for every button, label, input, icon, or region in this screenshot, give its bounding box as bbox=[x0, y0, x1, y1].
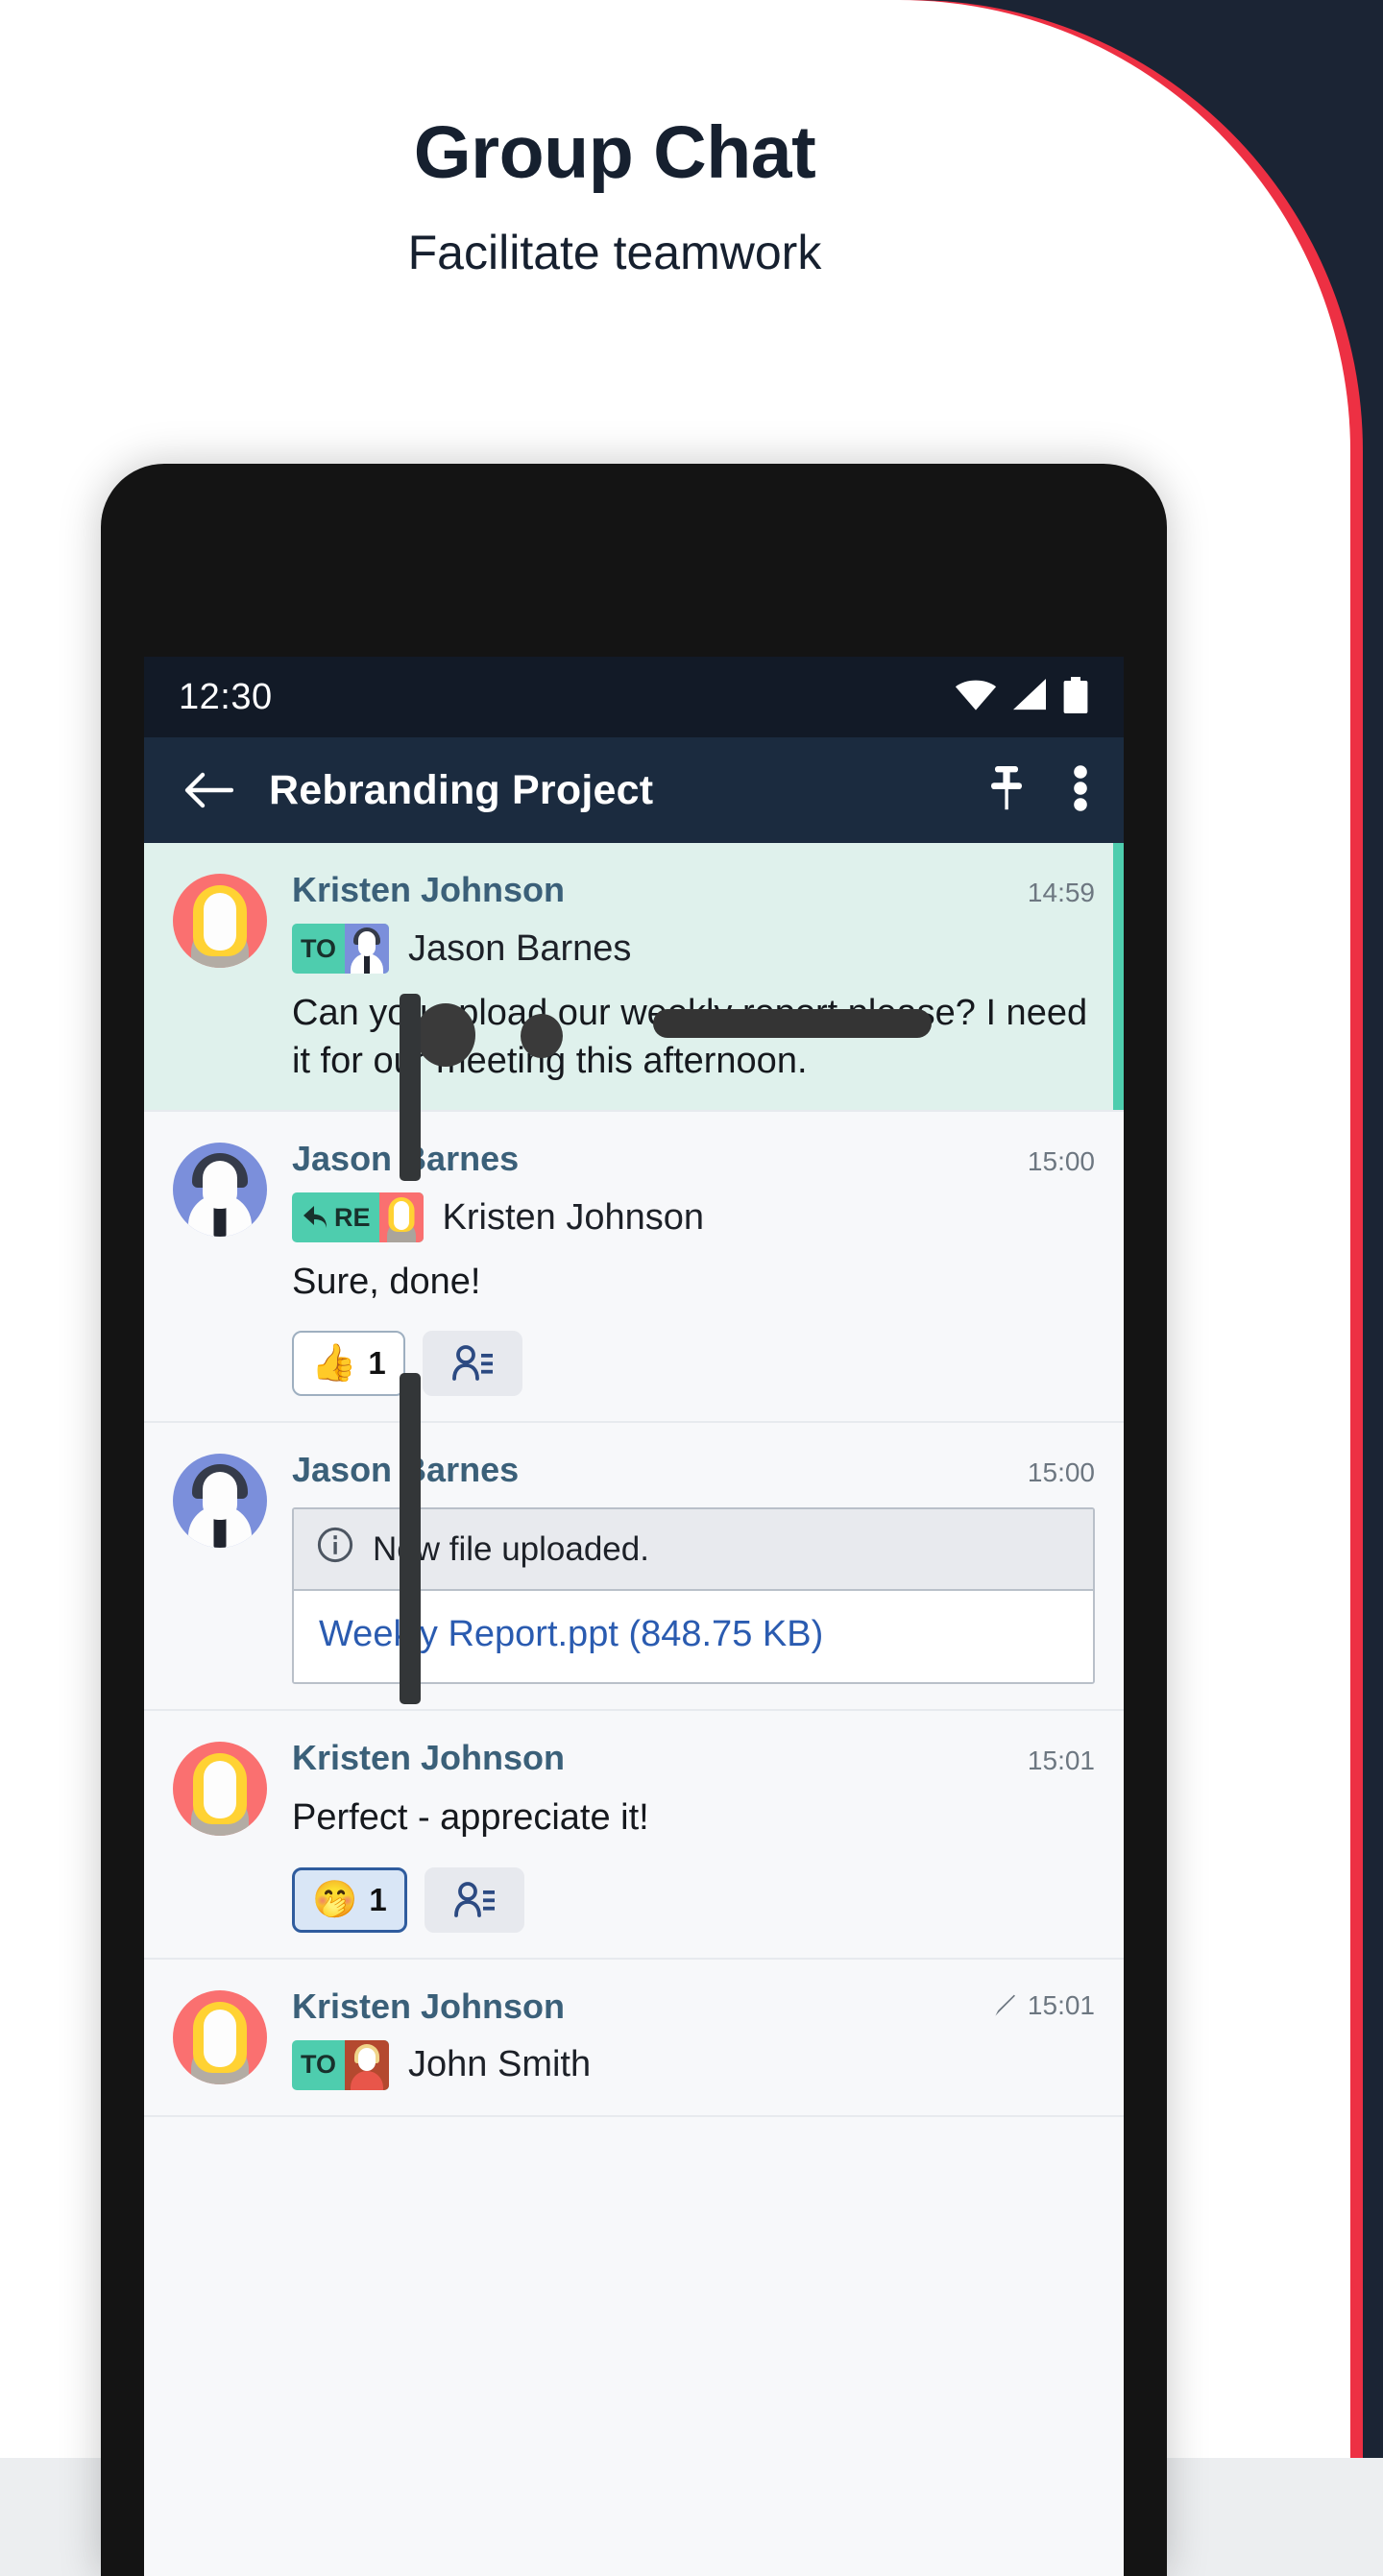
avatar bbox=[173, 1742, 267, 1837]
front-camera-icon bbox=[416, 1003, 475, 1067]
arrow-left-icon[interactable] bbox=[179, 760, 238, 820]
earpiece-speaker bbox=[653, 1009, 932, 1038]
people-list-icon[interactable] bbox=[422, 1331, 522, 1397]
cellular-signal-icon bbox=[1010, 678, 1049, 716]
info-icon bbox=[317, 1527, 353, 1572]
reaction-chip[interactable]: 👍 1 bbox=[292, 1331, 405, 1397]
file-link[interactable]: Weekly Report.ppt (848.75 KB) bbox=[319, 1614, 823, 1654]
message-time: 15:00 bbox=[1027, 1457, 1095, 1488]
promo-page: Group Chat Facilitate teamwork 12:30 Reb… bbox=[0, 0, 1383, 2576]
message-sender: Kristen Johnson bbox=[292, 1986, 566, 2026]
promo-text-block: Group Chat Facilitate teamwork bbox=[0, 111, 1229, 280]
chat-title: Rebranding Project bbox=[269, 766, 654, 813]
avatar bbox=[173, 874, 267, 968]
message-time: 15:01 bbox=[1027, 1745, 1095, 1776]
page-subtitle: Facilitate teamwork bbox=[407, 226, 822, 280]
re-badge-avatar bbox=[378, 1192, 424, 1243]
to-badge-label: TO bbox=[301, 2050, 337, 2080]
to-badge-avatar bbox=[345, 2039, 390, 2090]
thumbs-up-icon: 👍 bbox=[311, 1343, 357, 1384]
avatar bbox=[173, 1143, 267, 1238]
volume-button[interactable] bbox=[400, 994, 421, 1181]
power-button[interactable] bbox=[400, 1373, 421, 1704]
message-item[interactable]: Kristen Johnson 14:59 TO Jason Barnes Ca… bbox=[144, 843, 1124, 1113]
message-recipient-name: John Smith bbox=[408, 2044, 592, 2085]
to-badge: TO bbox=[292, 2039, 390, 2090]
status-bar: 12:30 bbox=[144, 657, 1124, 737]
message-text: Perfect - appreciate it! bbox=[292, 1797, 649, 1839]
message-text: Sure, done! bbox=[292, 1262, 481, 1303]
page-title: Group Chat bbox=[413, 111, 816, 194]
message-time: 15:00 bbox=[1027, 1146, 1095, 1177]
phone-bezel-top bbox=[101, 464, 1167, 569]
pencil-icon bbox=[993, 1993, 1018, 2018]
reaction-chip-selected[interactable]: 🤭 1 bbox=[292, 1866, 407, 1933]
message-recipient-name: Jason Barnes bbox=[408, 927, 632, 969]
message-item[interactable]: Kristen Johnson 15:01 Perfect - apprecia… bbox=[144, 1711, 1124, 1960]
reaction-count: 1 bbox=[368, 1345, 386, 1382]
message-item[interactable]: Jason Barnes 15:00 RE Kristen Johnson Su… bbox=[144, 1112, 1124, 1424]
app-bar: Rebranding Project bbox=[144, 737, 1124, 843]
people-list-icon[interactable] bbox=[424, 1866, 524, 1933]
re-badge-label: RE bbox=[292, 1203, 379, 1233]
message-recipient-row: TO John Smith bbox=[292, 2039, 1095, 2090]
message-list[interactable]: Kristen Johnson 14:59 TO Jason Barnes Ca… bbox=[144, 843, 1124, 2117]
app-bar-actions bbox=[985, 764, 1089, 817]
avatar bbox=[173, 1454, 267, 1549]
more-vertical-icon[interactable] bbox=[1072, 764, 1089, 817]
message-recipient-row: TO Jason Barnes bbox=[292, 924, 1095, 974]
phone-mockup: 12:30 Rebranding Project Kristen Johnson… bbox=[101, 464, 1167, 2576]
pin-icon[interactable] bbox=[985, 764, 1028, 817]
message-time: 15:01 bbox=[1027, 1989, 1095, 2020]
message-sender: Kristen Johnson bbox=[292, 870, 566, 909]
face-with-hand-over-mouth-icon: 🤭 bbox=[312, 1879, 358, 1920]
phone-screen: 12:30 Rebranding Project Kristen Johnson… bbox=[144, 657, 1124, 2576]
message-reply-name: Kristen Johnson bbox=[442, 1196, 705, 1238]
status-bar-clock: 12:30 bbox=[179, 676, 273, 717]
re-badge: RE bbox=[292, 1192, 424, 1243]
reaction-bar: 🤭 1 bbox=[292, 1866, 1095, 1933]
avatar bbox=[173, 1989, 267, 2084]
reply-arrow-icon bbox=[303, 1206, 328, 1229]
message-time: 14:59 bbox=[1027, 878, 1095, 907]
status-bar-icons bbox=[955, 676, 1089, 718]
reaction-count: 1 bbox=[369, 1881, 387, 1917]
message-item[interactable]: Kristen Johnson 15:01 TO John Smith bbox=[144, 1959, 1124, 2117]
to-badge-label: TO bbox=[301, 933, 337, 963]
battery-icon bbox=[1062, 676, 1089, 718]
wifi-icon bbox=[955, 679, 997, 716]
message-item[interactable]: Jason Barnes 15:00 New file uploaded. We… bbox=[144, 1423, 1124, 1712]
proximity-sensor-icon bbox=[521, 1014, 563, 1058]
message-reply-row: RE Kristen Johnson bbox=[292, 1192, 1095, 1243]
message-sender: Kristen Johnson bbox=[292, 1738, 566, 1778]
to-badge: TO bbox=[292, 924, 390, 974]
to-badge-avatar bbox=[345, 924, 390, 974]
